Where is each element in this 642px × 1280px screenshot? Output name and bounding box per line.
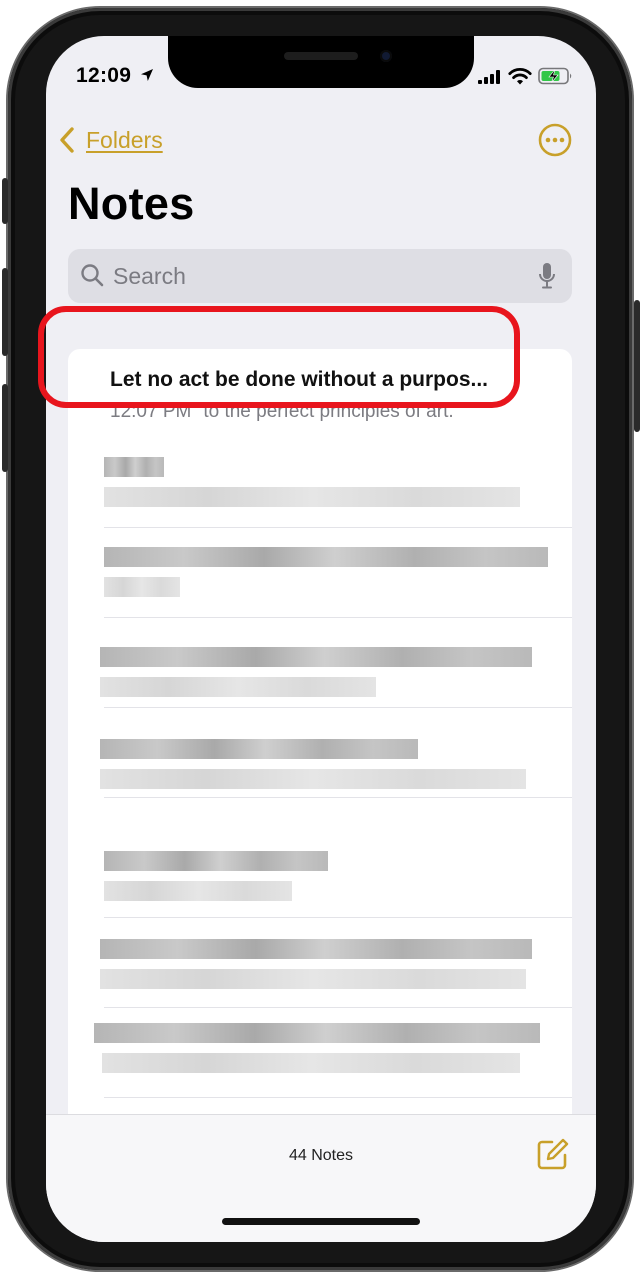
note-row[interactable] [68, 619, 572, 707]
earpiece-speaker [284, 52, 358, 60]
volume-up-button [2, 268, 8, 356]
blurred-note-title [100, 647, 532, 667]
blurred-note-title [100, 939, 532, 959]
mute-switch [2, 178, 8, 224]
cellular-signal-icon [478, 70, 500, 84]
note-time: 12:07 PM [110, 401, 192, 422]
home-indicator[interactable] [222, 1218, 420, 1225]
divider [104, 617, 572, 618]
chevron-left-icon [60, 127, 74, 153]
power-button [634, 300, 640, 432]
blurred-note-title [94, 1023, 540, 1043]
note-row[interactable] [68, 919, 572, 1007]
blurred-note-title [104, 457, 164, 477]
volume-down-button [2, 384, 8, 472]
blurred-note-title [104, 851, 328, 871]
divider [104, 1097, 572, 1098]
wifi-icon [508, 68, 532, 85]
search-icon [81, 264, 104, 287]
back-button[interactable]: Folders [58, 124, 163, 156]
note-count: 44 Notes [288, 1147, 354, 1164]
screen: 12:09 Folders Notes Search Let no act be… [46, 36, 596, 1242]
blurred-note-preview [100, 769, 526, 789]
note-row[interactable] [68, 1009, 572, 1097]
compose-icon[interactable] [536, 1137, 570, 1171]
note-row[interactable] [68, 529, 572, 617]
battery-charging-icon [538, 67, 572, 85]
divider [104, 527, 572, 528]
note-row[interactable] [68, 439, 572, 527]
blurred-note-preview [104, 577, 180, 597]
divider [104, 797, 572, 798]
note-row[interactable] [68, 709, 572, 797]
blurred-note-preview [100, 677, 376, 697]
search-input[interactable]: Search [68, 249, 572, 303]
front-camera [380, 50, 392, 62]
note-meta: 12:07 PM to the perfect principles of art… [110, 401, 454, 423]
blurred-note-preview [100, 969, 526, 989]
search-placeholder: Search [113, 263, 186, 289]
page-title: Notes [68, 178, 195, 229]
note-row[interactable] [68, 799, 572, 901]
blurred-note-preview [104, 881, 292, 901]
divider [104, 917, 572, 918]
note-preview: to the perfect principles of art. [203, 401, 454, 422]
notch [168, 36, 474, 88]
divider [104, 1007, 572, 1008]
note-row-first[interactable]: Let no act be done without a purpos... 1… [68, 349, 572, 435]
notes-list: Let no act be done without a purpos... 1… [68, 349, 572, 1149]
divider [104, 707, 572, 708]
back-label: Folders [86, 126, 163, 153]
blurred-note-title [104, 547, 548, 567]
microphone-icon[interactable] [538, 262, 556, 290]
status-time: 12:09 [76, 64, 132, 87]
blurred-note-preview [102, 1053, 520, 1073]
note-title: Let no act be done without a purpos... [110, 368, 488, 391]
location-arrow-icon [141, 69, 153, 81]
blurred-note-title [100, 739, 418, 759]
ellipsis-circle-icon[interactable] [538, 123, 572, 157]
blurred-note-preview [104, 487, 520, 507]
